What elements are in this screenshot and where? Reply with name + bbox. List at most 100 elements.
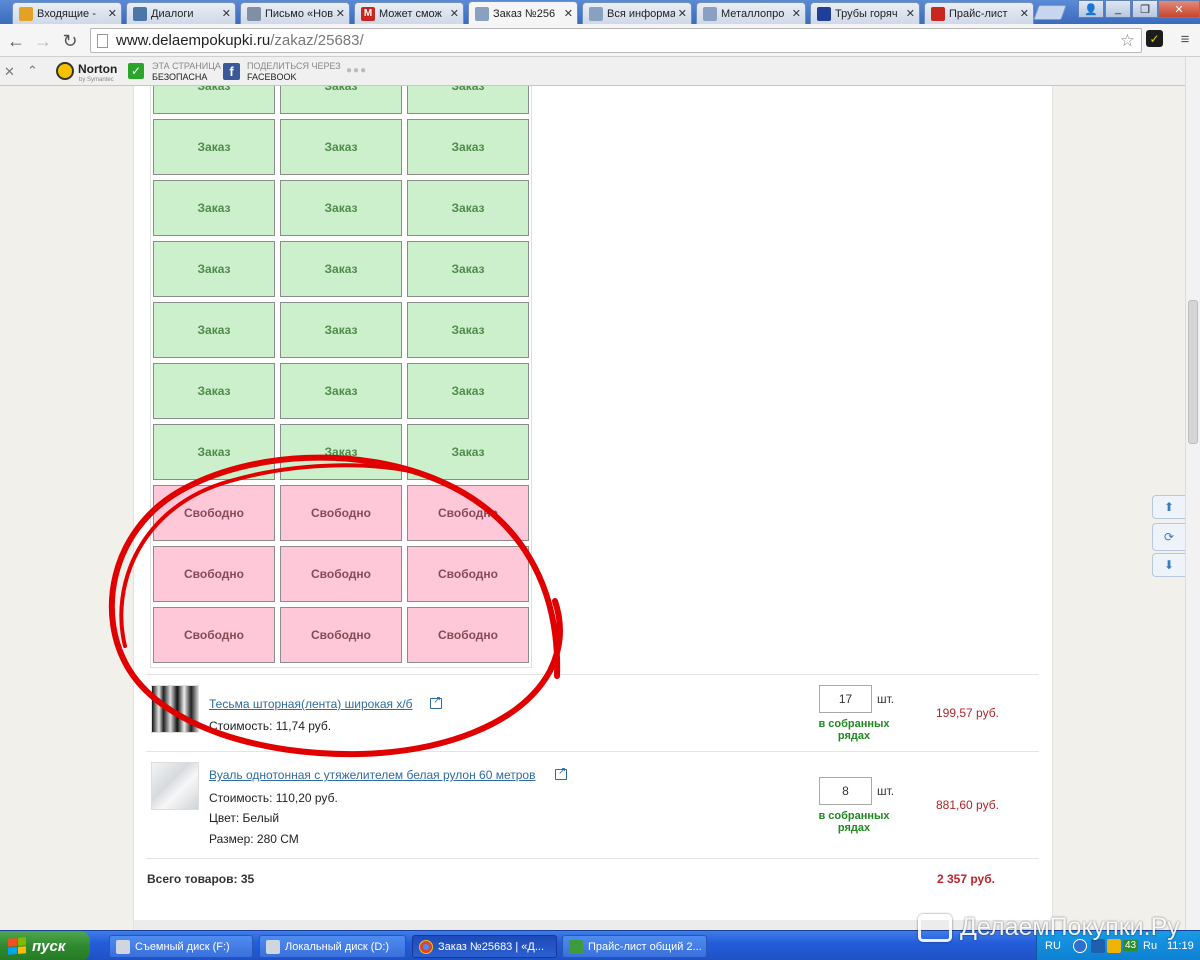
product-price: 199,57 руб. (936, 706, 999, 720)
forward-icon[interactable]: → (31, 29, 55, 53)
ordered-slot-cell[interactable]: Заказ (407, 180, 529, 236)
ordered-slot-cell[interactable]: Заказ (407, 302, 529, 358)
browser-tab[interactable]: Металлопро ✕ (696, 2, 806, 24)
tab-close-icon[interactable]: ✕ (678, 7, 687, 20)
free-slot-cell[interactable]: Свободно (280, 546, 402, 602)
product-link[interactable]: Вуаль однотонная с утяжелителем белая ру… (209, 768, 535, 782)
drive-icon (116, 939, 130, 954)
safe-line2: БЕЗОПАСНА (152, 72, 208, 82)
refresh-button[interactable]: ⟳ (1152, 523, 1185, 551)
ordered-slot-cell[interactable]: Заказ (153, 86, 275, 114)
ordered-slot-cell[interactable]: Заказ (153, 180, 275, 236)
ordered-slot-cell[interactable]: Заказ (153, 241, 275, 297)
product-link[interactable]: Тесьма шторная(лента) широкая х/б (209, 697, 413, 711)
browser-tab[interactable]: Вся информа ✕ (582, 2, 692, 24)
norton-label: Norton (78, 62, 118, 76)
quantity-field[interactable]: 17 (819, 685, 872, 713)
free-slot-cell[interactable]: Свободно (407, 485, 529, 541)
maximize-button[interactable]: ❐ (1132, 0, 1158, 18)
drive-icon (266, 939, 280, 954)
external-link-icon[interactable] (555, 766, 567, 780)
taskbar-item[interactable]: Съемный диск (F:) (109, 935, 253, 958)
tab-close-icon[interactable]: ✕ (564, 7, 573, 20)
safe-check-icon: ✓ (128, 63, 144, 79)
browser-tab[interactable]: Трубы горяч ✕ (810, 2, 920, 24)
ordered-slot-cell[interactable]: Заказ (407, 241, 529, 297)
share-line1[interactable]: ПОДЕЛИТЬСЯ ЧЕРЕЗ (247, 61, 341, 71)
ordered-slot-cell[interactable]: Заказ (153, 302, 275, 358)
menu-icon[interactable]: ≡ (1176, 30, 1194, 48)
url-path: /zakaz/25683/ (270, 32, 364, 49)
free-slot-cell[interactable]: Свободно (407, 546, 529, 602)
share-line2[interactable]: FACEBOOK (247, 72, 297, 82)
browser-tab[interactable]: Входящие - ✕ (12, 2, 122, 24)
ordered-slot-cell[interactable]: Заказ (280, 180, 402, 236)
tab-close-icon[interactable]: ✕ (336, 7, 345, 20)
browser-tab[interactable]: Письмо «Нов ✕ (240, 2, 350, 24)
tab-close-icon[interactable]: ✕ (108, 7, 117, 20)
browser-tab[interactable]: Диалоги ✕ (126, 2, 236, 24)
new-tab-button[interactable] (1033, 5, 1067, 20)
quantity-field[interactable]: 8 (819, 777, 872, 805)
m-icon: M (361, 6, 375, 21)
free-slot-cell[interactable]: Свободно (153, 607, 275, 663)
window-close-button[interactable]: ✕ (1158, 0, 1200, 18)
minimize-button[interactable]: _ (1105, 0, 1131, 18)
back-icon[interactable]: ← (4, 29, 28, 53)
bookmark-star-icon[interactable]: ☆ (1120, 31, 1135, 51)
browser-tab[interactable]: M Может смож ✕ (354, 2, 464, 24)
product-thumbnail[interactable] (151, 762, 199, 810)
free-slot-cell[interactable]: Свободно (153, 485, 275, 541)
free-slot-cell[interactable]: Свободно (280, 485, 402, 541)
ordered-slot-cell[interactable]: Заказ (153, 119, 275, 175)
ordered-slot-cell[interactable]: Заказ (407, 86, 529, 114)
ordered-slot-cell[interactable]: Заказ (153, 424, 275, 480)
assembly-note-line2: рядах (837, 730, 871, 742)
ordered-slot-cell[interactable]: Заказ (280, 424, 402, 480)
vertical-scrollbar[interactable] (1185, 57, 1200, 930)
ordered-slot-cell[interactable]: Заказ (280, 241, 402, 297)
scrollbar-thumb[interactable] (1188, 300, 1198, 444)
user-icon[interactable]: 👤 (1078, 0, 1104, 18)
ordered-slot-cell[interactable]: Заказ (280, 86, 402, 114)
external-link-icon[interactable] (430, 695, 442, 709)
chevron-up-icon[interactable]: ⌃ (27, 63, 38, 79)
taskbar-item[interactable]: Прайс-лист общий 2... (562, 935, 707, 958)
taskbar-item[interactable]: Локальный диск (D:) (259, 935, 406, 958)
ordered-slot-cell[interactable]: Заказ (280, 119, 402, 175)
tab-label: Прайс-лист (949, 7, 1008, 20)
free-slot-cell[interactable]: Свободно (153, 546, 275, 602)
ordered-slot-cell[interactable]: Заказ (407, 119, 529, 175)
browser-tab[interactable]: Прайс-лист ✕ (924, 2, 1034, 24)
tab-label: Может смож (379, 7, 442, 20)
tab-close-icon[interactable]: ✕ (1020, 7, 1029, 20)
assembly-note: в собранных рядах (806, 718, 902, 742)
taskbar-item-label: Съемный диск (F:) (135, 940, 230, 953)
tab-close-icon[interactable]: ✕ (792, 7, 801, 20)
ordered-slot-cell[interactable]: Заказ (280, 363, 402, 419)
close-icon[interactable]: ✕ (4, 64, 15, 80)
wallet-icon (918, 913, 952, 942)
scroll-down-button[interactable]: ⬇ (1152, 553, 1185, 577)
more-icon[interactable]: ●●● (346, 65, 367, 76)
address-bar[interactable]: www.delaempokupki.ru/zakaz/25683/ ☆ (90, 28, 1142, 53)
tab-close-icon[interactable]: ✕ (222, 7, 231, 20)
free-slot-cell[interactable]: Свободно (280, 607, 402, 663)
ordered-slot-cell[interactable]: Заказ (407, 363, 529, 419)
tab-close-icon[interactable]: ✕ (450, 7, 459, 20)
start-button[interactable]: пуск (0, 931, 90, 960)
product-price: 881,60 руб. (936, 798, 999, 812)
facebook-icon[interactable]: f (223, 63, 240, 80)
extension-icon[interactable]: ✓ (1146, 30, 1163, 47)
scroll-up-button[interactable]: ⬆ (1152, 495, 1185, 519)
tab-close-icon[interactable]: ✕ (906, 7, 915, 20)
taskbar-item[interactable]: Заказ №25683 | «Д... (412, 935, 557, 958)
browser-tab[interactable]: Заказ №256 ✕ (468, 1, 578, 25)
ordered-slot-cell[interactable]: Заказ (407, 424, 529, 480)
reload-icon[interactable]: ↻ (58, 29, 82, 53)
ordered-slot-cell[interactable]: Заказ (153, 363, 275, 419)
product-thumbnail[interactable] (151, 685, 199, 733)
page-icon (475, 6, 489, 21)
free-slot-cell[interactable]: Свободно (407, 607, 529, 663)
ordered-slot-cell[interactable]: Заказ (280, 302, 402, 358)
